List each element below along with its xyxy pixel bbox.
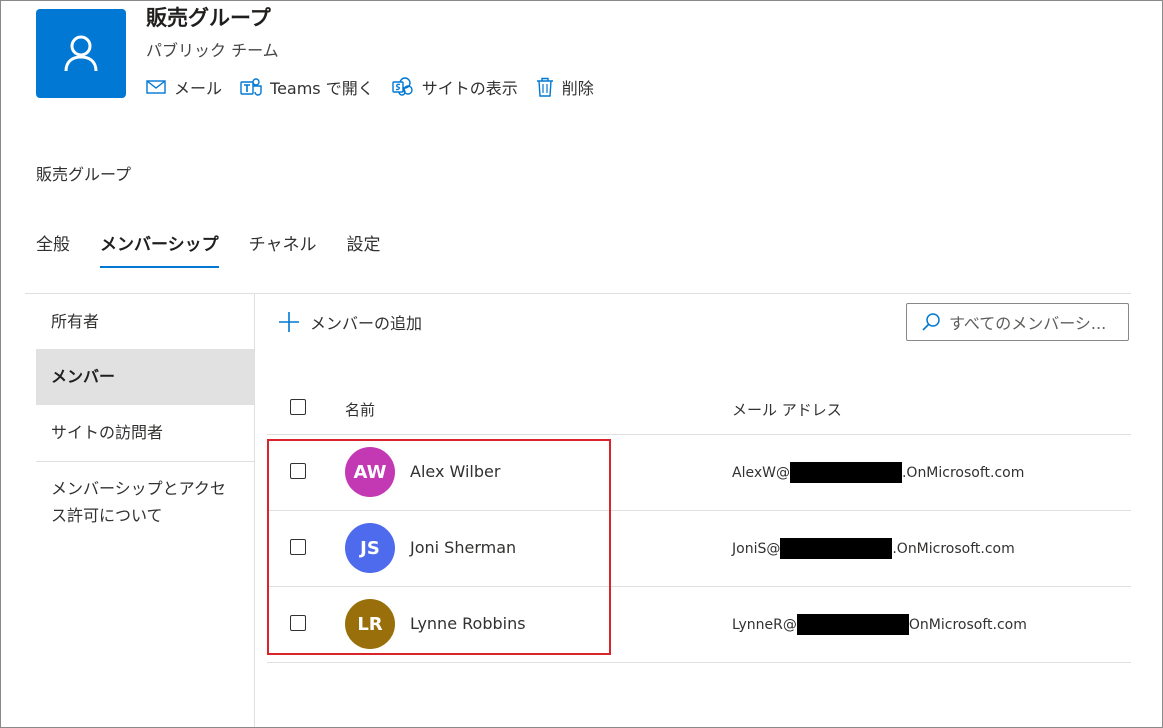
group-subtitle: パブリック チーム bbox=[146, 41, 279, 60]
redaction-box bbox=[796, 614, 909, 635]
add-member-button[interactable]: メンバーの追加 bbox=[278, 310, 422, 334]
open-teams-button[interactable]: Teams で開く bbox=[240, 75, 374, 99]
highlight-box bbox=[267, 439, 611, 655]
person-icon bbox=[64, 35, 98, 72]
email-suffix: OnMicrosoft.com bbox=[908, 616, 1027, 633]
open-teams-label: Teams で開く bbox=[270, 79, 374, 98]
search-icon bbox=[922, 313, 940, 331]
view-site-button[interactable]: サイトの表示 bbox=[392, 75, 518, 99]
add-member-label: メンバーの追加 bbox=[310, 314, 423, 333]
mail-button-label: メール bbox=[174, 79, 223, 98]
delete-label: 削除 bbox=[561, 79, 594, 98]
email-prefix: LynneR@ bbox=[732, 616, 797, 633]
mail-button[interactable]: メール bbox=[146, 75, 222, 99]
email-prefix: AlexW@ bbox=[732, 464, 790, 481]
column-header-name[interactable]: 名前 bbox=[345, 399, 375, 420]
sidebar-item-owners[interactable]: 所有者 bbox=[36, 294, 254, 349]
sidebar-divider bbox=[254, 294, 255, 727]
tab-channels[interactable]: チャネル bbox=[249, 230, 317, 268]
sidebar-separator bbox=[36, 461, 254, 462]
group-avatar bbox=[36, 9, 126, 98]
select-all-checkbox[interactable] bbox=[290, 399, 306, 415]
teams-icon bbox=[240, 78, 262, 96]
group-title: 販売グループ bbox=[146, 6, 271, 30]
search-placeholder: すべてのメンバーシ... bbox=[949, 314, 1107, 333]
breadcrumb: 販売グループ bbox=[36, 165, 132, 184]
member-search-input[interactable]: すべてのメンバーシ... bbox=[906, 303, 1129, 341]
tab-membership[interactable]: メンバーシップ bbox=[100, 230, 219, 268]
delete-button[interactable]: 削除 bbox=[536, 75, 594, 99]
member-email: LynneR@ OnMicrosoft.com bbox=[732, 614, 1027, 635]
email-prefix: JoniS@ bbox=[732, 540, 781, 557]
table-header-divider bbox=[267, 434, 1131, 435]
trash-icon bbox=[536, 77, 553, 97]
member-email: AlexW@ .OnMicrosoft.com bbox=[732, 462, 1024, 483]
member-email: JoniS@ .OnMicrosoft.com bbox=[732, 538, 1015, 559]
tab-general[interactable]: 全般 bbox=[36, 230, 70, 268]
plus-icon bbox=[279, 312, 299, 332]
redaction-box bbox=[789, 462, 902, 483]
row-divider bbox=[267, 662, 1131, 663]
tab-bar: 全般 メンバーシップ チャネル 設定 bbox=[36, 230, 411, 268]
email-suffix: .OnMicrosoft.com bbox=[901, 464, 1025, 481]
sidebar-item-site-visitors[interactable]: サイトの訪問者 bbox=[36, 405, 254, 461]
sidebar-item-about-membership[interactable]: メンバーシップとアクセス許可について bbox=[36, 475, 254, 529]
email-suffix: .OnMicrosoft.com bbox=[892, 540, 1015, 557]
redaction-box bbox=[780, 538, 893, 559]
tab-settings[interactable]: 設定 bbox=[347, 230, 381, 268]
group-actions: メール Teams で開く サイトの表示 削除 bbox=[146, 74, 612, 100]
app-window: 販売グループ パブリック チーム メール Teams で開く サイトの表示 削除… bbox=[0, 0, 1163, 728]
mail-icon bbox=[146, 80, 166, 94]
view-site-label: サイトの表示 bbox=[421, 79, 518, 98]
sharepoint-icon bbox=[392, 77, 413, 96]
sidebar-item-members[interactable]: メンバー bbox=[36, 349, 254, 405]
column-header-email[interactable]: メール アドレス bbox=[732, 399, 842, 420]
